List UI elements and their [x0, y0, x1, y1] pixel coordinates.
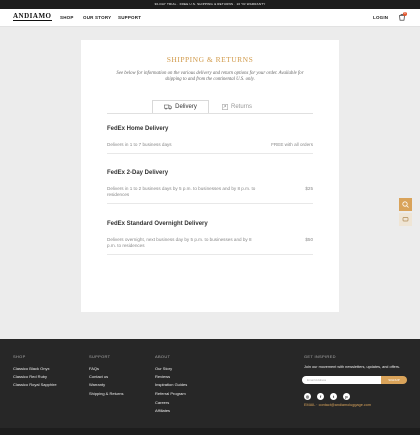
footer-link[interactable]: Affiliates	[155, 408, 170, 413]
newsletter-text: Join our movement with newsletters, upda…	[304, 365, 400, 369]
pinterest-icon[interactable]: p	[343, 393, 350, 400]
page-title: SHIPPING & RETURNS	[166, 55, 254, 64]
chat-side-button[interactable]	[399, 213, 412, 226]
footer-link[interactable]: Contact us	[89, 374, 108, 379]
option-title: FedEx Home Delivery	[107, 126, 169, 132]
instagram-icon[interactable]: ◎	[304, 393, 311, 400]
tab-delivery[interactable]: Delivery	[152, 100, 209, 114]
nav-our-story[interactable]: OUR STORY	[83, 15, 111, 20]
search-side-button[interactable]	[399, 198, 412, 211]
footer-link[interactable]: Inspiration Guides	[155, 382, 187, 387]
facebook-icon[interactable]: f	[317, 393, 324, 400]
footer-link[interactable]: Our Story	[155, 366, 172, 371]
footer-link[interactable]: Classico Black Onyx	[13, 366, 49, 371]
option-desc: Delivers overnight, next business day by…	[107, 237, 252, 248]
tab-delivery-label: Delivery	[175, 104, 197, 110]
cart-count-badge: 0	[403, 12, 407, 16]
search-icon	[402, 201, 409, 208]
footer-about-heading: ABOUT	[155, 354, 171, 359]
tab-returns-label: Returns	[231, 104, 253, 110]
footer-link[interactable]: Careers	[155, 400, 169, 405]
announcement-bar: 30-DAY TRIAL · FREE U.S. SHIPPING & RETU…	[0, 0, 420, 9]
footer-link[interactable]: Classico Royal Sapphire	[13, 382, 57, 387]
footer-link[interactable]: Reviews	[155, 374, 170, 379]
footer-inspired-heading: GET INSPIRED	[304, 354, 336, 359]
option-divider	[107, 153, 313, 154]
truck-icon	[164, 104, 173, 110]
footer-support-heading: SUPPORT	[89, 354, 111, 359]
return-icon	[222, 104, 228, 110]
option-desc: Delivers in 1 to 7 business days	[107, 142, 172, 147]
option-divider	[107, 203, 313, 204]
option-title: FedEx 2-Day Delivery	[107, 170, 169, 176]
nav-login[interactable]: LOGIN	[373, 15, 388, 20]
option-price: $50	[305, 237, 313, 242]
copyright-bar	[0, 428, 420, 435]
nav-support[interactable]: SUPPORT	[118, 15, 141, 20]
footer-link[interactable]: Referral Program	[155, 391, 186, 396]
option-desc: Delivers in 1 to 2 business days by 5 p.…	[107, 186, 256, 197]
site-footer	[0, 339, 420, 435]
tab-divider	[107, 113, 313, 114]
option-price: FREE with all orders	[271, 142, 313, 147]
footer-link[interactable]: Classico Red Ruby	[13, 374, 47, 379]
option-title: FedEx Standard Overnight Delivery	[107, 221, 208, 227]
tab-returns[interactable]: Returns	[222, 100, 252, 114]
contact-email[interactable]: EMAIL · contact@andiamoluggage.com	[304, 403, 371, 407]
footer-link[interactable]: Shipping & Returns	[89, 391, 123, 396]
newsletter-signup-button[interactable]: SIGNUP	[381, 376, 407, 384]
top-nav: ANDIAMO SHOP OUR STORY SUPPORT LOGIN 0	[0, 9, 420, 27]
nav-shop[interactable]: SHOP	[60, 15, 74, 20]
page-subtitle: See below for information on the various…	[116, 71, 304, 82]
twitter-icon[interactable]: t	[330, 393, 337, 400]
brand-logo[interactable]: ANDIAMO	[13, 13, 52, 21]
newsletter-email-input[interactable]: Email Address	[302, 376, 382, 384]
footer-shop-heading: SHOP	[13, 354, 26, 359]
option-divider	[107, 254, 313, 255]
footer-link[interactable]: FAQs	[89, 366, 99, 371]
footer-link[interactable]: Warranty	[89, 382, 105, 387]
chat-icon	[402, 217, 409, 222]
option-price: $25	[305, 186, 313, 191]
